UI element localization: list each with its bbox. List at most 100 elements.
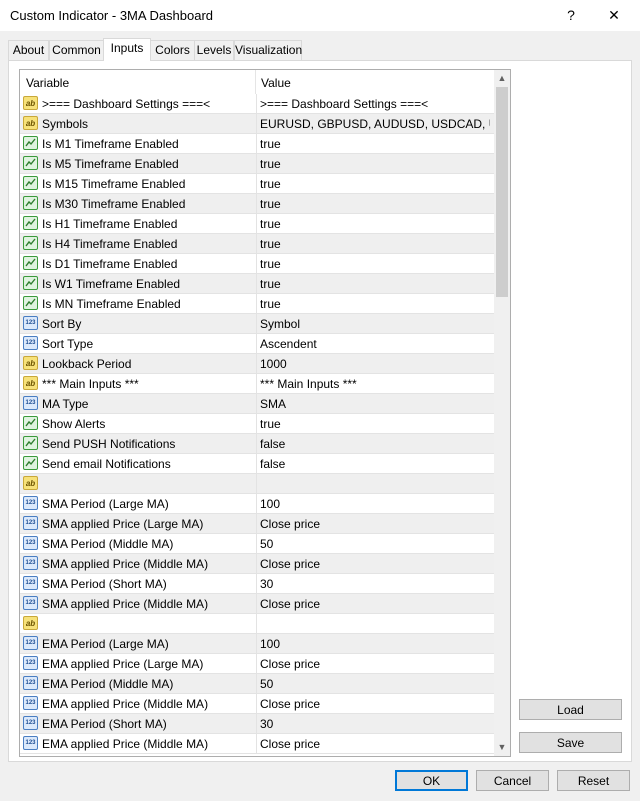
value-cell[interactable]: true [256, 234, 495, 253]
value-cell[interactable]: true [256, 214, 495, 233]
variable-cell[interactable]: 123 SMA Period (Large MA) [20, 494, 255, 513]
variable-cell[interactable]: 123 SMA applied Price (Middle MA) [20, 594, 255, 613]
table-row[interactable]: Show Alerts true [20, 414, 494, 434]
value-cell[interactable]: 50 [256, 534, 495, 553]
value-cell[interactable]: false [256, 434, 495, 453]
variable-cell[interactable]: Is W1 Timeframe Enabled [20, 274, 255, 293]
variable-cell[interactable]: Is M1 Timeframe Enabled [20, 134, 255, 153]
table-row[interactable]: Is D1 Timeframe Enabled true [20, 254, 494, 274]
table-row[interactable]: 123 EMA applied Price (Large MA) Close pri… [20, 654, 494, 674]
tab-visualization[interactable]: Visualization [234, 40, 302, 60]
table-row[interactable]: Send PUSH Notifications false [20, 434, 494, 454]
value-cell[interactable]: 100 [256, 494, 495, 513]
variable-cell[interactable]: ab Symbols [20, 114, 255, 133]
variable-cell[interactable]: ab [20, 614, 255, 633]
value-cell[interactable]: true [256, 154, 495, 173]
table-row[interactable]: 123 SMA applied Price (Middle MA) Close pr… [20, 594, 494, 614]
value-cell[interactable]: Close price [256, 594, 495, 613]
table-row[interactable]: ab Symbols EURUSD, GBPUSD, AUDUSD, USDCAD,… [20, 114, 494, 134]
value-cell[interactable]: true [256, 174, 495, 193]
cancel-button[interactable]: Cancel [476, 770, 549, 791]
table-row[interactable]: Is W1 Timeframe Enabled true [20, 274, 494, 294]
table-row[interactable]: 123 MA Type SMA [20, 394, 494, 414]
value-cell[interactable]: Close price [256, 654, 495, 673]
scroll-up-icon[interactable]: ▲ [494, 70, 510, 87]
variable-cell[interactable]: 123 EMA Period (Large MA) [20, 634, 255, 653]
value-cell[interactable]: 30 [256, 574, 495, 593]
value-cell[interactable]: Close price [256, 734, 495, 753]
table-row[interactable]: Is M15 Timeframe Enabled true [20, 174, 494, 194]
variable-cell[interactable]: ab *** Main Inputs *** [20, 374, 255, 393]
variable-cell[interactable]: 123 SMA Period (Middle MA) [20, 534, 255, 553]
variable-cell[interactable]: 123 EMA Period (Middle MA) [20, 674, 255, 693]
table-row[interactable]: Is H1 Timeframe Enabled true [20, 214, 494, 234]
variable-cell[interactable]: 123 SMA Period (Short MA) [20, 574, 255, 593]
scroll-thumb[interactable] [496, 87, 508, 297]
variable-cell[interactable]: 123 Sort By [20, 314, 255, 333]
variable-cell[interactable]: ab Lookback Period [20, 354, 255, 373]
table-row[interactable]: 123 SMA Period (Large MA) 100 [20, 494, 494, 514]
value-cell[interactable]: 1000 [256, 354, 495, 373]
table-row[interactable]: 123 EMA applied Price (Middle MA) Close pr… [20, 734, 494, 754]
variable-cell[interactable]: 123 MA Type [20, 394, 255, 413]
variable-cell[interactable]: Send PUSH Notifications [20, 434, 255, 453]
variable-cell[interactable]: 123 SMA applied Price (Large MA) [20, 514, 255, 533]
close-icon[interactable]: ✕ [599, 4, 629, 26]
variable-cell[interactable]: Is M5 Timeframe Enabled [20, 154, 255, 173]
value-cell[interactable]: true [256, 194, 495, 213]
value-cell[interactable]: Ascendent [256, 334, 495, 353]
scroll-down-icon[interactable]: ▼ [494, 739, 510, 756]
variable-cell[interactable]: ab >=== Dashboard Settings ===< [20, 94, 255, 113]
variable-cell[interactable]: Is MN Timeframe Enabled [20, 294, 255, 313]
save-button[interactable]: Save [519, 732, 622, 753]
column-header-value[interactable]: Value [261, 76, 291, 90]
variable-cell[interactable]: 123 EMA applied Price (Middle MA) [20, 734, 255, 753]
table-row[interactable]: 123 SMA applied Price (Large MA) Close pri… [20, 514, 494, 534]
column-separator[interactable] [255, 70, 256, 94]
value-cell[interactable]: true [256, 134, 495, 153]
table-row[interactable]: 123 EMA Period (Large MA) 100 [20, 634, 494, 654]
value-cell[interactable]: true [256, 414, 495, 433]
table-row[interactable]: ab >=== Dashboard Settings ===< >=== Dashb… [20, 94, 494, 114]
variable-cell[interactable]: Send email Notifications [20, 454, 255, 473]
value-cell[interactable]: true [256, 294, 495, 313]
value-cell[interactable]: EURUSD, GBPUSD, AUDUSD, USDCAD, U... [256, 114, 495, 133]
vertical-scrollbar[interactable]: ▲ ▼ [494, 70, 510, 756]
table-row[interactable]: Is H4 Timeframe Enabled true [20, 234, 494, 254]
help-icon[interactable]: ? [556, 4, 586, 26]
variable-cell[interactable]: Is H1 Timeframe Enabled [20, 214, 255, 233]
variable-cell[interactable]: Is M15 Timeframe Enabled [20, 174, 255, 193]
table-row[interactable]: ab [20, 614, 494, 634]
table-row[interactable]: 123 EMA Period (Middle MA) 50 [20, 674, 494, 694]
table-row[interactable]: Is MN Timeframe Enabled true [20, 294, 494, 314]
tab-colors[interactable]: Colors [150, 40, 195, 60]
value-cell[interactable]: 30 [256, 714, 495, 733]
table-row[interactable]: Send email Notifications false [20, 454, 494, 474]
value-cell[interactable] [256, 614, 495, 633]
value-cell[interactable]: true [256, 254, 495, 273]
table-row[interactable]: 123 Sort By Symbol [20, 314, 494, 334]
reset-button[interactable]: Reset [557, 770, 630, 791]
table-row[interactable]: Is M1 Timeframe Enabled true [20, 134, 494, 154]
value-cell[interactable]: Close price [256, 514, 495, 533]
variable-cell[interactable]: 123 EMA applied Price (Large MA) [20, 654, 255, 673]
value-cell[interactable]: false [256, 454, 495, 473]
variable-cell[interactable]: Is D1 Timeframe Enabled [20, 254, 255, 273]
tab-about[interactable]: About [8, 40, 49, 60]
table-row[interactable]: 123 Sort Type Ascendent [20, 334, 494, 354]
value-cell[interactable] [256, 474, 495, 493]
value-cell[interactable]: 100 [256, 634, 495, 653]
ok-button[interactable]: OK [395, 770, 468, 791]
variable-cell[interactable]: Show Alerts [20, 414, 255, 433]
variable-cell[interactable]: 123 SMA applied Price (Middle MA) [20, 554, 255, 573]
value-cell[interactable]: true [256, 274, 495, 293]
value-cell[interactable]: SMA [256, 394, 495, 413]
table-row[interactable]: 123 EMA Period (Short MA) 30 [20, 714, 494, 734]
table-row[interactable]: 123 EMA applied Price (Middle MA) Close pr… [20, 694, 494, 714]
value-cell[interactable]: >=== Dashboard Settings ===< [256, 94, 495, 113]
tab-levels[interactable]: Levels [194, 40, 234, 60]
table-row[interactable]: 123 SMA applied Price (Middle MA) Close pr… [20, 554, 494, 574]
variable-cell[interactable]: 123 EMA Period (Short MA) [20, 714, 255, 733]
variable-cell[interactable]: 123 EMA applied Price (Middle MA) [20, 694, 255, 713]
tab-common[interactable]: Common [49, 40, 104, 60]
